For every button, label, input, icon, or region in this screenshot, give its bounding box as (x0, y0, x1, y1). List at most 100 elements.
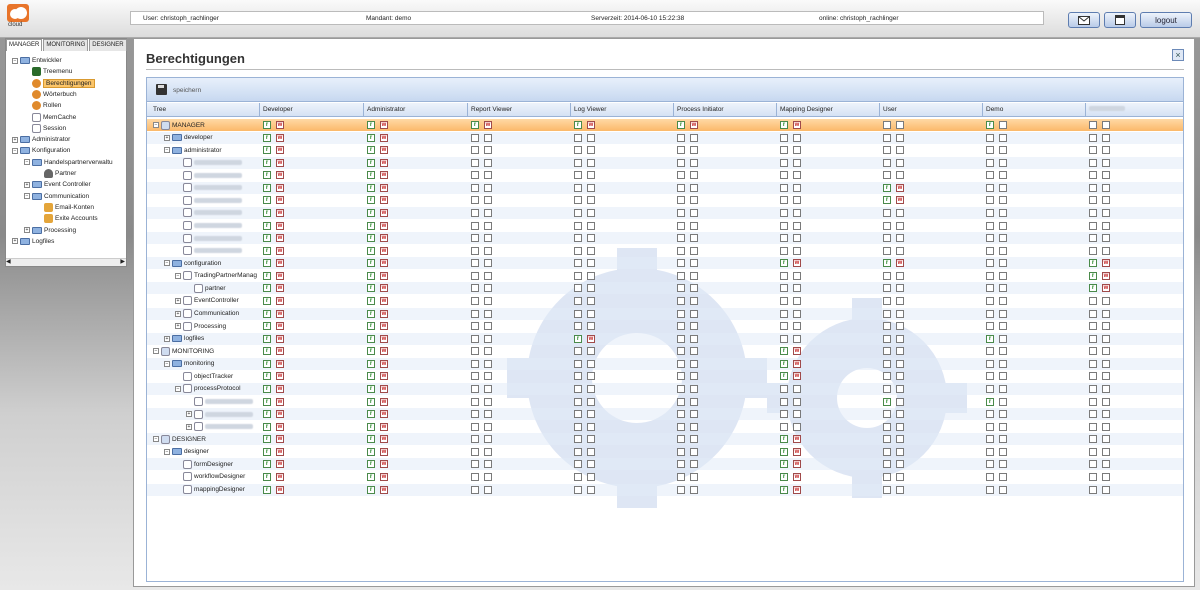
read-permission-checkbox[interactable] (883, 472, 891, 481)
write-permission-checkbox[interactable]: w (380, 284, 388, 293)
collapse-icon[interactable]: − (153, 122, 159, 128)
write-permission-checkbox[interactable] (1102, 296, 1110, 305)
read-permission-checkbox[interactable] (471, 221, 479, 230)
read-permission-checkbox[interactable] (677, 460, 685, 469)
read-permission-checkbox[interactable] (574, 284, 582, 293)
read-permission-checkbox[interactable] (574, 472, 582, 481)
read-permission-checkbox[interactable] (986, 460, 994, 469)
write-permission-checkbox[interactable] (690, 372, 698, 381)
read-permission-checkbox[interactable]: r (677, 121, 685, 129)
read-permission-checkbox[interactable] (883, 384, 891, 393)
read-permission-checkbox[interactable] (1089, 485, 1097, 494)
write-permission-checkbox[interactable] (587, 384, 595, 393)
write-permission-checkbox[interactable] (1102, 208, 1110, 217)
write-permission-checkbox[interactable] (793, 422, 801, 431)
write-permission-checkbox[interactable] (999, 472, 1007, 481)
read-permission-checkbox[interactable] (986, 234, 994, 243)
read-permission-checkbox[interactable] (883, 296, 891, 305)
read-permission-checkbox[interactable] (677, 435, 685, 444)
write-permission-checkbox[interactable]: w (896, 183, 904, 192)
nav-tree-item[interactable]: + Event Controller (24, 179, 91, 190)
read-permission-checkbox[interactable]: r (367, 410, 375, 419)
nav-tree-item[interactable]: − Konfiguration (12, 145, 70, 156)
read-permission-checkbox[interactable] (471, 322, 479, 331)
read-permission-checkbox[interactable] (574, 397, 582, 406)
read-permission-checkbox[interactable] (677, 334, 685, 343)
write-permission-checkbox[interactable]: w (793, 435, 801, 444)
read-permission-checkbox[interactable] (574, 271, 582, 280)
write-permission-checkbox[interactable] (690, 158, 698, 167)
write-permission-checkbox[interactable] (587, 271, 595, 280)
write-permission-checkbox[interactable] (793, 133, 801, 142)
read-permission-checkbox[interactable] (574, 246, 582, 255)
write-permission-checkbox[interactable] (587, 259, 595, 268)
write-permission-checkbox[interactable] (484, 158, 492, 167)
write-permission-checkbox[interactable] (484, 259, 492, 268)
write-permission-checkbox[interactable] (999, 485, 1007, 494)
write-permission-checkbox[interactable] (587, 196, 595, 205)
write-permission-checkbox[interactable] (896, 158, 904, 167)
read-permission-checkbox[interactable] (986, 196, 994, 205)
write-permission-checkbox[interactable] (484, 447, 492, 456)
read-permission-checkbox[interactable] (780, 271, 788, 280)
collapse-icon[interactable]: − (164, 260, 170, 267)
write-permission-checkbox[interactable]: w (1102, 259, 1110, 268)
read-permission-checkbox[interactable] (883, 146, 891, 155)
write-permission-checkbox[interactable] (896, 234, 904, 243)
read-permission-checkbox[interactable]: r (367, 259, 375, 268)
write-permission-checkbox[interactable] (999, 259, 1007, 268)
write-permission-checkbox[interactable]: w (380, 322, 388, 331)
write-permission-checkbox[interactable] (587, 372, 595, 381)
write-permission-checkbox[interactable]: w (276, 384, 284, 393)
write-permission-checkbox[interactable]: w (896, 259, 904, 268)
write-permission-checkbox[interactable] (1102, 171, 1110, 180)
write-permission-checkbox[interactable]: w (380, 208, 388, 217)
write-permission-checkbox[interactable] (793, 410, 801, 419)
read-permission-checkbox[interactable]: r (263, 208, 271, 217)
table-row[interactable]: − configuration r w r w r w r w r w (147, 257, 1183, 270)
read-permission-checkbox[interactable]: r (263, 460, 271, 469)
write-permission-checkbox[interactable] (793, 309, 801, 318)
read-permission-checkbox[interactable]: r (367, 485, 375, 494)
write-permission-checkbox[interactable] (793, 296, 801, 305)
nav-tree-item[interactable]: Partner (36, 168, 76, 179)
write-permission-checkbox[interactable] (587, 410, 595, 419)
write-permission-checkbox[interactable] (484, 133, 492, 142)
write-permission-checkbox[interactable] (690, 384, 698, 393)
write-permission-checkbox[interactable] (896, 372, 904, 381)
read-permission-checkbox[interactable] (986, 284, 994, 293)
read-permission-checkbox[interactable] (883, 322, 891, 331)
read-permission-checkbox[interactable] (471, 146, 479, 155)
read-permission-checkbox[interactable] (986, 271, 994, 280)
read-permission-checkbox[interactable] (986, 146, 994, 155)
nav-tree-item[interactable]: − Handelspartnerverwaltu (24, 157, 113, 168)
write-permission-checkbox[interactable] (1102, 410, 1110, 419)
table-row[interactable]: partner r w r w r w (147, 282, 1183, 295)
read-permission-checkbox[interactable]: r (263, 334, 271, 343)
write-permission-checkbox[interactable] (896, 221, 904, 230)
read-permission-checkbox[interactable] (883, 447, 891, 456)
read-permission-checkbox[interactable] (677, 422, 685, 431)
write-permission-checkbox[interactable]: w (380, 158, 388, 167)
read-permission-checkbox[interactable] (780, 296, 788, 305)
read-permission-checkbox[interactable]: r (263, 183, 271, 192)
write-permission-checkbox[interactable]: w (276, 334, 284, 343)
mail-button[interactable] (1068, 12, 1100, 28)
read-permission-checkbox[interactable] (1089, 183, 1097, 192)
write-permission-checkbox[interactable]: w (276, 485, 284, 494)
write-permission-checkbox[interactable] (896, 271, 904, 280)
write-permission-checkbox[interactable] (793, 146, 801, 155)
read-permission-checkbox[interactable] (883, 284, 891, 293)
expand-icon[interactable]: + (164, 134, 170, 141)
table-row[interactable]: formDesigner r w r w r w (147, 458, 1183, 471)
read-permission-checkbox[interactable] (677, 347, 685, 356)
read-permission-checkbox[interactable] (780, 284, 788, 293)
read-permission-checkbox[interactable] (574, 309, 582, 318)
write-permission-checkbox[interactable] (793, 246, 801, 255)
table-row[interactable]: rwrwrr (147, 396, 1183, 408)
read-permission-checkbox[interactable]: r (263, 259, 271, 268)
write-permission-checkbox[interactable]: w (276, 435, 284, 444)
write-permission-checkbox[interactable] (587, 472, 595, 481)
write-permission-checkbox[interactable]: w (587, 121, 595, 129)
column-header[interactable]: Administrator (367, 106, 405, 113)
